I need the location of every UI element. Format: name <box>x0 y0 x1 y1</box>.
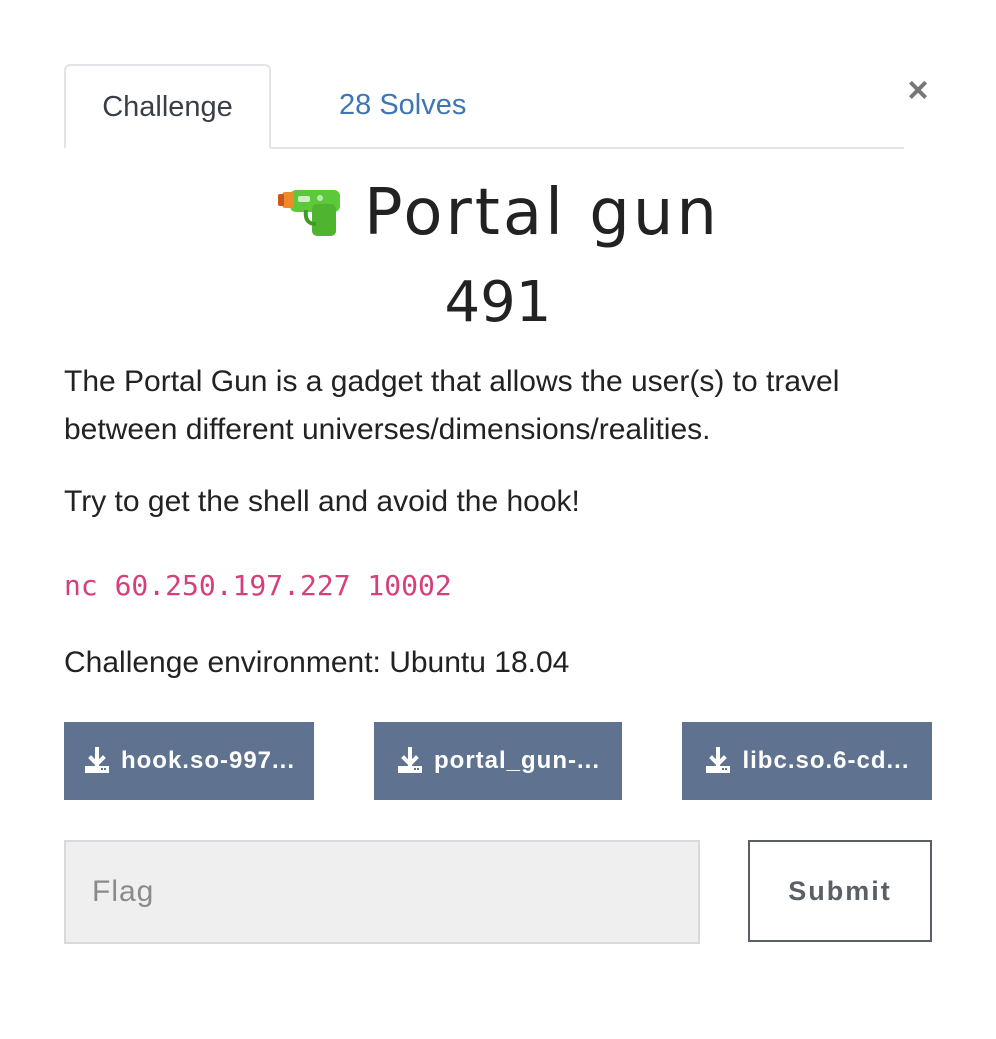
connection-command: nc 60.250.197.227 10002 <box>64 569 452 602</box>
file-label: libc.so.6-cd... <box>742 747 910 774</box>
download-icon <box>84 747 109 773</box>
challenge-value: 491 <box>444 270 552 335</box>
file-label: portal_gun-... <box>434 747 600 774</box>
challenge-environment: Challenge environment: Ubuntu 18.04 <box>64 646 570 679</box>
close-icon[interactable]: × <box>903 72 933 108</box>
challenge-description: The Portal Gun is a gadget that allows t… <box>64 365 840 446</box>
challenge-title: Portal gun <box>0 176 996 250</box>
submit-button[interactable]: Submit <box>748 840 932 942</box>
water-pistol-icon <box>276 182 344 238</box>
file-label: hook.so-997... <box>120 747 296 774</box>
tab-solves[interactable]: 28 Solves <box>306 64 499 147</box>
tab-challenge[interactable]: Challenge <box>64 64 271 149</box>
file-download-button[interactable]: libc.so.6-cd... <box>682 722 932 800</box>
challenge-hint: Try to get the shell and avoid the hook! <box>64 485 580 518</box>
file-download-button[interactable]: hook.so-997... <box>64 722 314 800</box>
challenge-tabs: Challenge 28 Solves <box>64 64 904 149</box>
download-icon <box>398 747 422 773</box>
download-icon <box>706 747 731 773</box>
challenge-name: Portal gun <box>364 176 720 250</box>
file-download-button[interactable]: portal_gun-... <box>374 722 622 800</box>
flag-input[interactable] <box>64 840 700 944</box>
